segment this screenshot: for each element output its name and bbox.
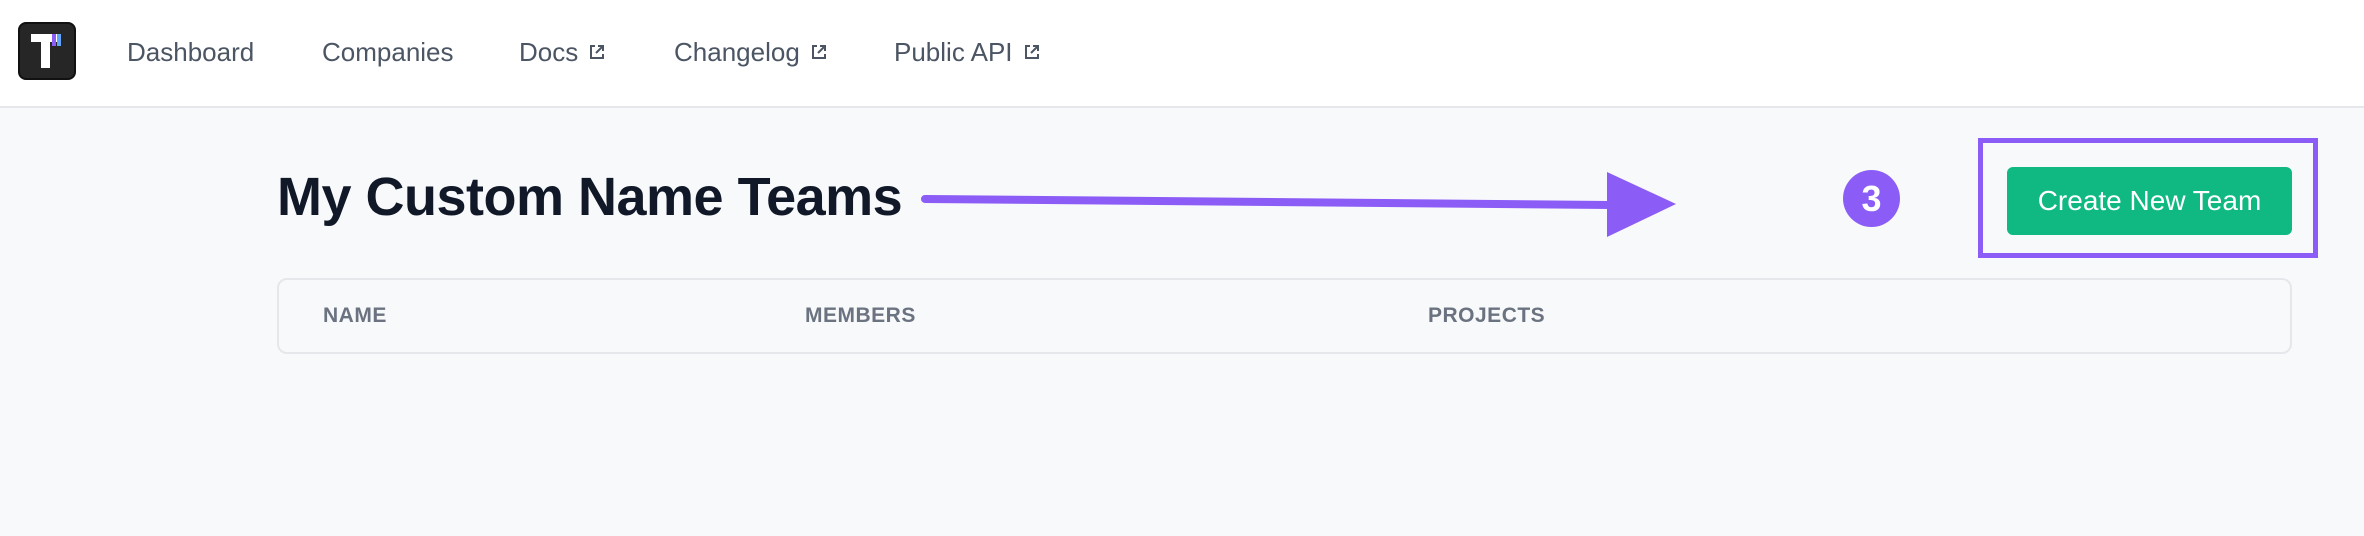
- nav-item-label: Docs: [519, 36, 579, 67]
- create-new-team-button[interactable]: Create New Team: [2007, 167, 2292, 235]
- nav-item-label: Dashboard: [127, 36, 255, 67]
- nav-item-label: Companies: [322, 36, 454, 67]
- external-link-icon: [810, 43, 828, 61]
- nav-item-label: Public API: [894, 36, 1013, 67]
- external-link-icon: [588, 43, 606, 61]
- nav-item-public-api[interactable]: Public API: [894, 32, 1041, 72]
- column-header-members[interactable]: MEMBERS: [805, 304, 916, 328]
- nav-item-dashboard[interactable]: Dashboard: [127, 32, 254, 72]
- top-navigation-bar: Dashboard Companies Docs Changelog Publi…: [0, 0, 2364, 108]
- nav-item-changelog[interactable]: Changelog: [674, 32, 828, 72]
- teams-table: NAME MEMBERS PROJECTS: [277, 278, 2292, 354]
- app-logo[interactable]: [18, 22, 76, 80]
- column-header-projects[interactable]: PROJECTS: [1428, 304, 1545, 328]
- page-title: My Custom Name Teams: [277, 167, 903, 227]
- step-number-badge: 3: [1843, 170, 1900, 227]
- nav-item-docs[interactable]: Docs: [519, 32, 606, 72]
- external-link-icon: [1023, 43, 1041, 61]
- nav-item-companies[interactable]: Companies: [322, 32, 454, 72]
- logo-icon: [31, 34, 61, 68]
- nav-item-label: Changelog: [674, 36, 800, 67]
- column-header-name[interactable]: NAME: [323, 304, 387, 328]
